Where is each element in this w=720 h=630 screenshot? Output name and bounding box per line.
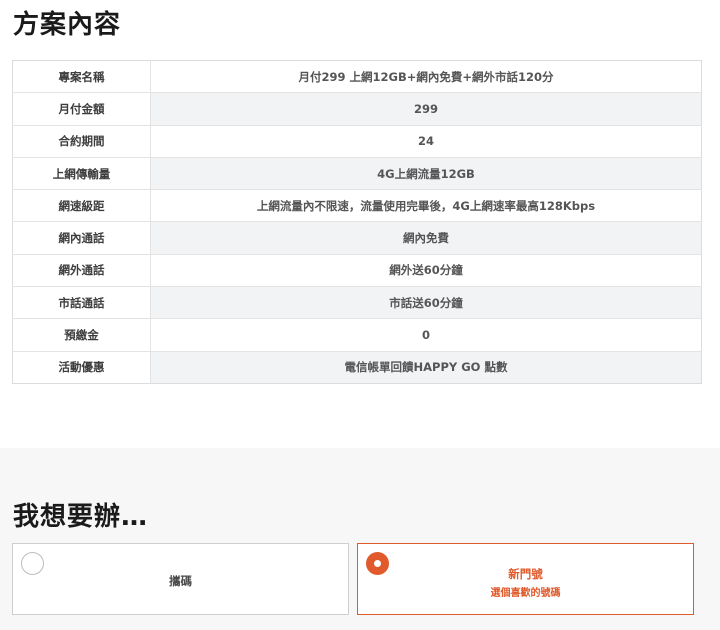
choose-section-title: 我想要辦…: [13, 502, 149, 532]
option-label: 新門號: [508, 567, 543, 581]
row-value: 市話送60分鐘: [150, 286, 702, 319]
page: 方案內容 專案名稱 月付299 上網12GB+網內免費+網外市話120分 月付金…: [0, 0, 720, 630]
row-value: 0: [150, 318, 702, 352]
row-label: 網外通話: [12, 253, 151, 287]
row-label: 合約期間: [12, 124, 151, 158]
table-row: 合約期間 24: [12, 124, 702, 158]
row-value: 網內免費: [150, 221, 702, 255]
row-label: 網速級距: [12, 189, 151, 222]
table-row: 市話通話 市話送60分鐘: [12, 286, 702, 319]
table-row: 網內通話 網內免費: [12, 221, 702, 255]
plan-section-title: 方案內容: [13, 10, 122, 40]
plan-details-table: 專案名稱 月付299 上網12GB+網內免費+網外市話120分 月付金額 299…: [12, 60, 702, 384]
row-label: 市話通話: [12, 286, 151, 319]
table-row: 預繳金 0: [12, 318, 702, 352]
option-new-number[interactable]: 新門號 選個喜歡的號碼: [357, 543, 694, 615]
option-label: 攜碼: [169, 574, 192, 588]
option-sublabel: 選個喜歡的號碼: [490, 588, 561, 599]
table-row: 網速級距 上網流量內不限速，流量使用完畢後，4G上網速率最高128Kbps: [12, 189, 702, 222]
row-value: 上網流量內不限速，流量使用完畢後，4G上網速率最高128Kbps: [150, 189, 702, 222]
row-label: 月付金額: [12, 92, 151, 126]
row-value: 月付299 上網12GB+網內免費+網外市話120分: [298, 69, 554, 84]
radio-unchecked-icon[interactable]: [21, 552, 44, 575]
row-label: 預繳金: [12, 318, 151, 352]
option-number-portability[interactable]: 攜碼: [12, 543, 349, 615]
row-label: 網內通話: [12, 221, 151, 255]
row-value: 網外送60分鐘: [150, 253, 702, 287]
row-value: 電信帳單回饋HAPPY GO 點數: [150, 350, 702, 384]
table-row: 網外通話 網外送60分鐘: [12, 253, 702, 287]
row-value: 299: [150, 92, 702, 126]
row-label: 專案名稱: [12, 60, 151, 93]
row-label: 活動優惠: [12, 350, 151, 384]
table-row: 上網傳輸量 4G上網流量12GB: [12, 156, 702, 190]
row-value: 24: [150, 124, 702, 158]
table-row: 專案名稱 月付299 上網12GB+網內免費+網外市話120分: [12, 60, 702, 93]
row-value: 4G上網流量12GB: [150, 156, 702, 190]
table-row: 月付金額 299: [12, 92, 702, 126]
table-row: 活動優惠 電信帳單回饋HAPPY GO 點數: [12, 350, 702, 384]
row-label: 上網傳輸量: [12, 156, 151, 190]
